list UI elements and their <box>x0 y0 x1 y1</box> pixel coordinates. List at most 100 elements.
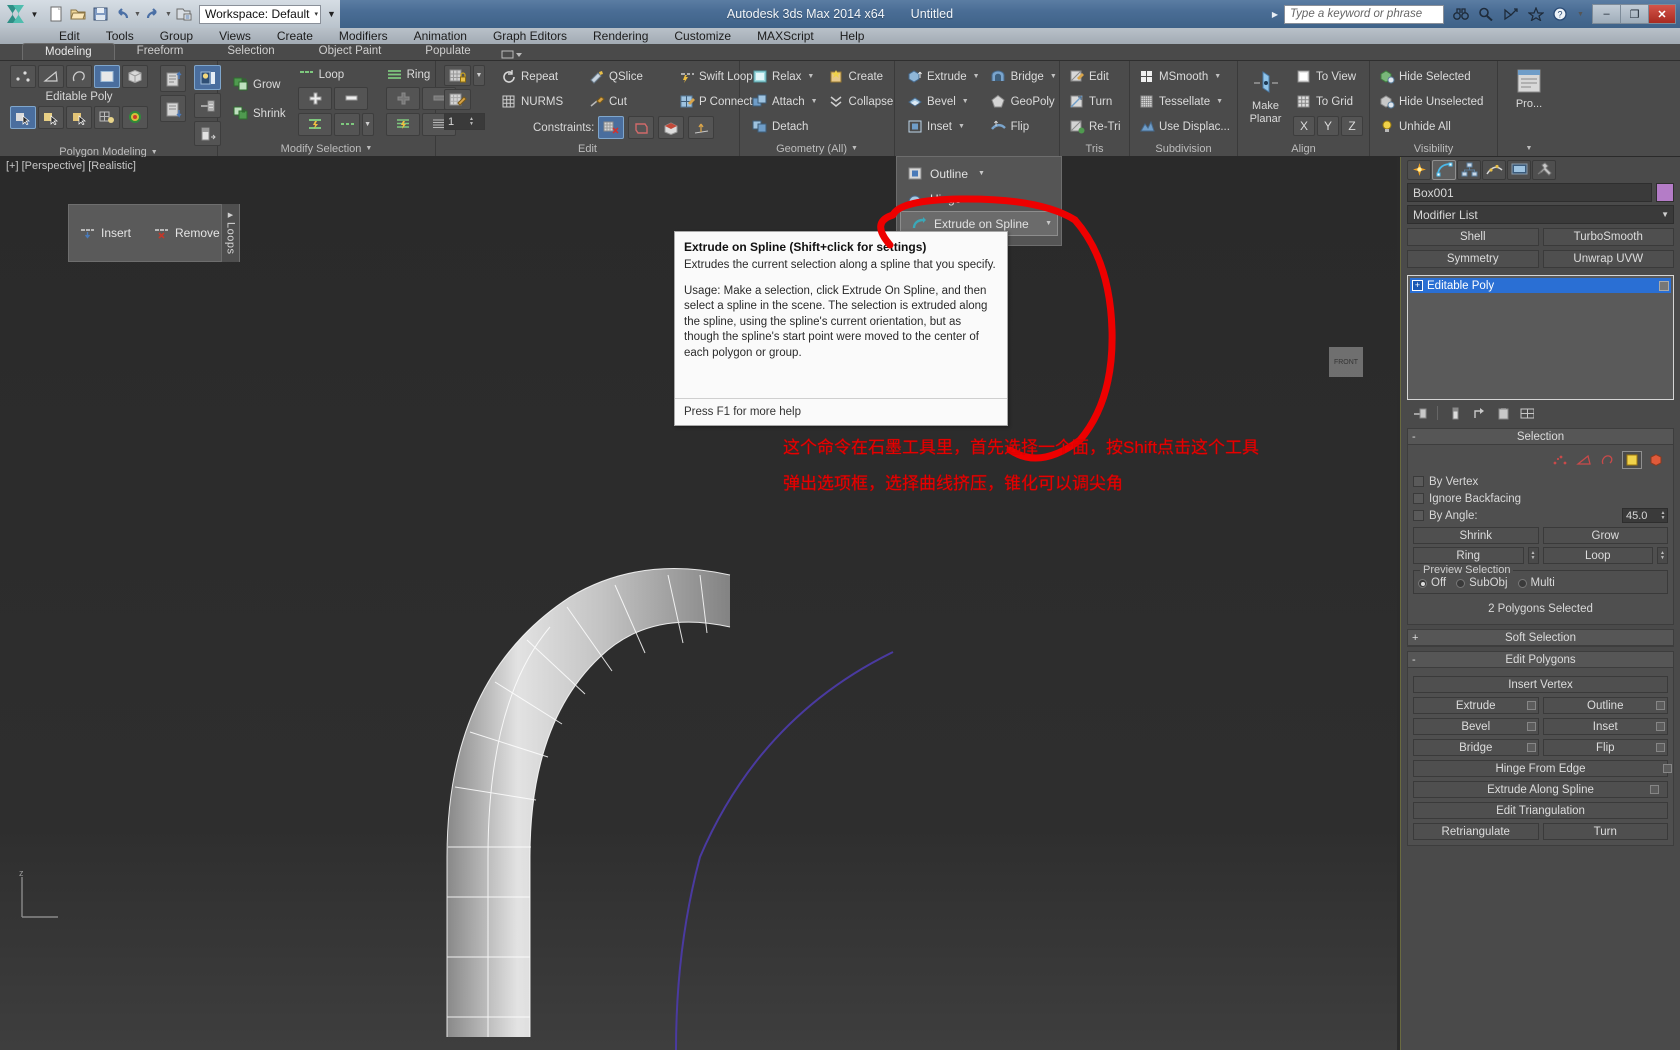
loop-grow-icon[interactable] <box>297 87 332 110</box>
chevron-down-icon[interactable]: ▼ <box>1045 220 1052 227</box>
properties-button[interactable]: Pro... <box>1505 65 1553 110</box>
set-project-folder-icon[interactable] <box>174 3 194 25</box>
ribbon-tab-populate[interactable]: Populate <box>403 43 492 60</box>
grow-button[interactable]: Grow <box>232 73 286 96</box>
chevron-down-icon[interactable]: ▼ <box>1050 73 1057 80</box>
checkbox-box[interactable] <box>1413 493 1424 504</box>
chevron-down-icon[interactable]: ▼ <box>971 195 978 202</box>
logo-dropdown-arrow[interactable]: ▼ <box>31 10 39 19</box>
loop-button[interactable]: Loop <box>298 65 374 84</box>
pin-stack-icon[interactable] <box>1413 406 1427 420</box>
flip-settings-icon[interactable] <box>1656 743 1665 752</box>
msmooth-button[interactable]: MSmooth ▼ <box>1136 65 1232 88</box>
motion-tab-icon[interactable] <box>1482 159 1506 180</box>
radio-multi[interactable] <box>1517 578 1527 588</box>
chevron-down-icon[interactable]: ▼ <box>1526 145 1533 152</box>
menu-item-animation[interactable]: Animation <box>401 28 480 44</box>
pin-stack-icon[interactable] <box>194 93 221 118</box>
poly-soft-select-icon[interactable] <box>38 106 64 129</box>
flip-button[interactable]: Flip <box>1542 739 1668 756</box>
loop-spinner[interactable]: ▲ ▼ <box>1657 547 1668 564</box>
hinge-from-edge-button[interactable]: Hinge From Edge <box>1413 760 1672 777</box>
vertex-icon[interactable] <box>10 65 36 88</box>
collapse-button[interactable]: Collapse <box>823 90 899 113</box>
hinge-settings-icon[interactable] <box>1663 764 1672 773</box>
checkbox-by-vertex[interactable]: By Vertex <box>1413 473 1668 490</box>
loops-tab-handle[interactable]: ▶ Loops <box>221 204 239 262</box>
unhide-all-button[interactable]: Unhide All <box>1376 115 1485 138</box>
paint-deform-icon[interactable] <box>444 89 471 110</box>
soft-selection-icon[interactable] <box>122 106 148 129</box>
hide-selected-button[interactable]: Hide Selected <box>1376 65 1485 88</box>
object-name-field[interactable]: Box001 <box>1407 183 1652 202</box>
hierarchy-tab-icon[interactable] <box>1457 159 1481 180</box>
modifier-button-shell[interactable]: Shell <box>1407 228 1539 246</box>
lock-grid-caret-icon[interactable]: ▼ <box>473 65 485 86</box>
satellite-icon[interactable] <box>1502 5 1520 23</box>
chevron-down-icon[interactable]: ▼ <box>1214 73 1221 80</box>
bevel-settings-icon[interactable] <box>1526 722 1536 731</box>
chevron-down-icon[interactable]: ▼ <box>151 149 158 156</box>
shrink-button[interactable]: Shrink <box>1413 527 1539 544</box>
edit-tri-button[interactable]: Edit <box>1066 65 1123 88</box>
menu-item-create[interactable]: Create <box>264 28 326 44</box>
detach-button[interactable]: Detach <box>746 115 823 138</box>
menu-item-graph-editors[interactable]: Graph Editors <box>480 28 580 44</box>
bridge-settings-icon[interactable] <box>1526 743 1536 752</box>
undo-dropdown-arrow[interactable]: ▼ <box>134 11 141 18</box>
flyout-item-outline[interactable]: Outline ▼ <box>897 161 1061 186</box>
modifier-button-turbosmooth[interactable]: TurboSmooth <box>1542 228 1674 246</box>
rollout-expand-icon[interactable]: + <box>1412 632 1418 644</box>
dot-ring-icon[interactable] <box>385 113 420 136</box>
viewcube[interactable]: FRONT <box>1329 347 1363 377</box>
constraint-face-icon[interactable] <box>658 116 685 139</box>
remove-loop-button[interactable]: Remove <box>153 225 220 242</box>
loop-dash-icon[interactable] <box>333 113 360 136</box>
menu-item-edit[interactable]: Edit <box>46 28 93 44</box>
undo-icon[interactable] <box>112 3 132 25</box>
poly-preserve-uv-icon[interactable] <box>94 106 120 129</box>
extrude-along-spline-settings-icon[interactable] <box>1650 785 1659 794</box>
chevron-down-icon[interactable]: ▼ <box>1216 98 1223 105</box>
configure-sets-icon[interactable] <box>1520 406 1534 420</box>
menu-item-tools[interactable]: Tools <box>93 28 147 44</box>
app-logo[interactable]: ▼ <box>0 0 42 28</box>
turn-button[interactable]: Turn <box>1542 823 1668 840</box>
edit-triangulation-button[interactable]: Edit Triangulation <box>1413 802 1668 819</box>
show-end-result-icon[interactable] <box>194 121 221 146</box>
expand-arrow-icon[interactable]: ▶ <box>1266 10 1284 19</box>
maximize-button[interactable]: ❐ <box>1620 4 1648 24</box>
menu-item-maxscript[interactable]: MAXScript <box>744 28 827 44</box>
expand-plus-icon[interactable]: + <box>1412 280 1423 291</box>
show-end-result-icon[interactable] <box>1448 406 1462 420</box>
poly-select-icon[interactable] <box>10 106 36 129</box>
redo-icon[interactable] <box>143 3 163 25</box>
extrude-button[interactable]: Extrude <box>1413 697 1539 714</box>
inset-button[interactable]: Inset <box>1542 718 1668 735</box>
element-icon[interactable] <box>1646 451 1666 469</box>
save-icon[interactable] <box>90 3 110 25</box>
dot-loop-icon[interactable] <box>297 113 332 136</box>
shrink-button[interactable]: Shrink <box>232 102 286 125</box>
redo-dropdown-arrow[interactable]: ▼ <box>165 11 172 18</box>
align-axis-z-button[interactable]: Z <box>1341 116 1363 136</box>
repeat-button[interactable]: Repeat <box>495 65 579 88</box>
help-icon[interactable]: ? <box>1552 5 1570 23</box>
element-icon[interactable] <box>122 65 148 88</box>
geopoly-button[interactable]: GeoPoly <box>985 90 1062 113</box>
polygon-icon[interactable] <box>1622 451 1642 469</box>
turn-button[interactable]: Turn <box>1066 90 1123 113</box>
use-stack-selection-icon[interactable] <box>194 65 221 90</box>
lock-grid-icon[interactable] <box>444 65 471 86</box>
radio-off[interactable] <box>1418 578 1427 588</box>
minimize-button[interactable]: – <box>1592 4 1620 24</box>
extrude-settings-icon[interactable] <box>1526 701 1536 710</box>
to-view-button[interactable]: To View <box>1293 65 1363 88</box>
attach-button[interactable]: Attach ▼ <box>746 90 823 113</box>
utilities-tab-icon[interactable] <box>1532 159 1556 180</box>
ring-grow-icon[interactable] <box>385 87 420 110</box>
chevron-down-icon[interactable]: ▼ <box>851 145 858 152</box>
border-icon[interactable] <box>66 65 92 88</box>
chevron-down-icon[interactable]: ▼ <box>958 123 965 130</box>
relax-button[interactable]: Relax ▼ <box>746 65 823 88</box>
